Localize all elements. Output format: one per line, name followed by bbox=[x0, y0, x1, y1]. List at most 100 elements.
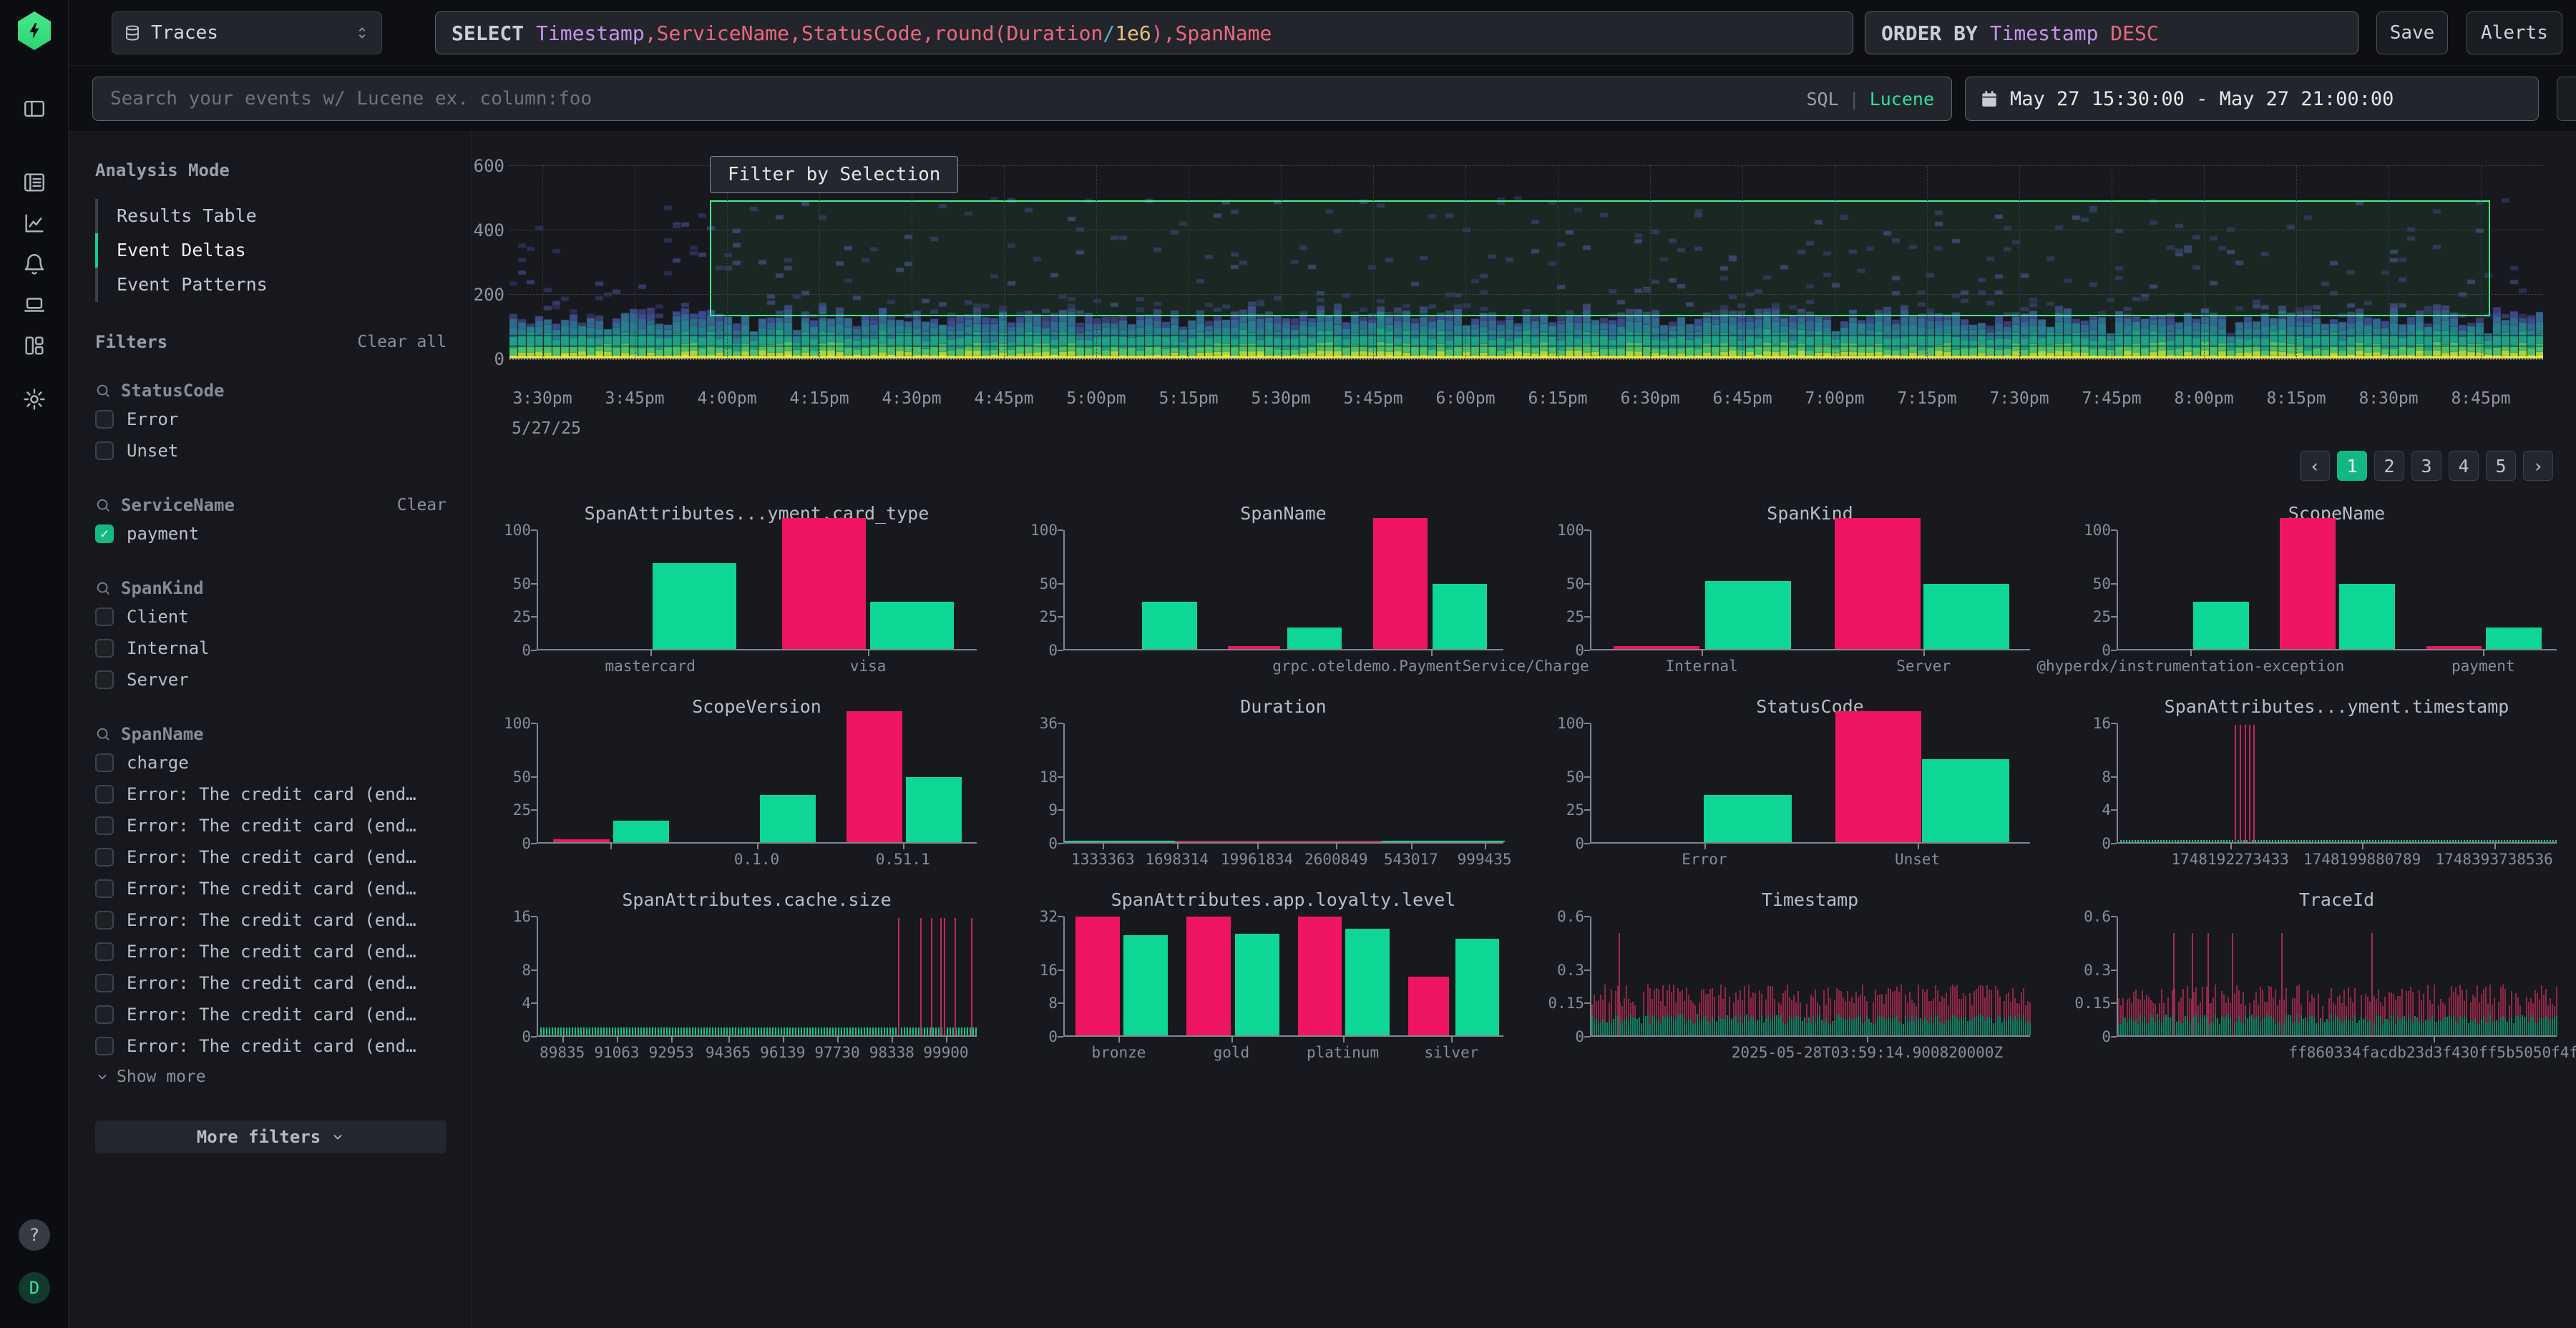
checkbox[interactable] bbox=[95, 942, 114, 961]
checkbox[interactable]: ✓ bbox=[95, 524, 114, 543]
pagination-page-2[interactable]: 2 bbox=[2374, 451, 2404, 481]
bar-outlier bbox=[1075, 917, 1120, 1035]
histogram-bar-inlier bbox=[1740, 1015, 1741, 1035]
checkbox[interactable] bbox=[95, 879, 114, 898]
x-tick-mark bbox=[1704, 844, 1706, 849]
filter-option[interactable]: Internal bbox=[95, 633, 447, 664]
heatmap-y-tick-label: 400 bbox=[472, 220, 504, 240]
save-button[interactable]: Save bbox=[2376, 11, 2448, 54]
comb-bar bbox=[749, 1027, 751, 1035]
hyperdx-logo[interactable] bbox=[18, 11, 51, 50]
filter-option[interactable]: Server bbox=[95, 664, 447, 695]
more-filters-button[interactable]: More filters bbox=[95, 1120, 447, 1153]
histogram-bar-inlier bbox=[2318, 1023, 2319, 1035]
filter-option[interactable]: Error: The credit card (end… bbox=[95, 1030, 447, 1062]
date-range-picker[interactable]: May 27 15:30:00 - May 27 21:00:00 bbox=[1965, 77, 2539, 121]
comb-bar bbox=[649, 1027, 650, 1035]
laptop-sessions-icon[interactable] bbox=[21, 292, 47, 318]
settings-gear-icon[interactable] bbox=[21, 386, 47, 412]
filter-option[interactable]: Error: The credit card (end… bbox=[95, 810, 447, 841]
source-select[interactable]: Traces bbox=[112, 11, 382, 54]
filter-option[interactable]: Error: The credit card (end… bbox=[95, 936, 447, 967]
comb-bar bbox=[658, 1027, 659, 1035]
clear-all-filters-link[interactable]: Clear all bbox=[357, 333, 447, 351]
checkbox[interactable] bbox=[95, 441, 114, 460]
checkbox[interactable] bbox=[95, 911, 114, 929]
checkbox[interactable] bbox=[95, 607, 114, 626]
histogram-bar-inlier bbox=[2406, 1020, 2407, 1035]
checkbox[interactable] bbox=[95, 974, 114, 992]
histogram-bar-inlier bbox=[1943, 1024, 1945, 1035]
lucene-toggle[interactable]: Lucene bbox=[1870, 89, 1934, 109]
clear-filter-link[interactable]: Clear bbox=[397, 496, 447, 514]
comb-bar bbox=[804, 1027, 805, 1035]
filter-option[interactable]: Client bbox=[95, 601, 447, 633]
checkbox[interactable] bbox=[95, 1037, 114, 1055]
analysis-mode-item-results-table[interactable]: Results Table bbox=[95, 199, 447, 233]
run-query-button[interactable] bbox=[2557, 77, 2576, 121]
mini-chart-title: StatusCode bbox=[1590, 696, 2030, 717]
checkbox[interactable] bbox=[95, 753, 114, 772]
pagination-page-5[interactable]: 5 bbox=[2486, 451, 2516, 481]
histogram-bar-inlier bbox=[1767, 1015, 1769, 1035]
comb-bar bbox=[2189, 840, 2190, 842]
comb-bar bbox=[2137, 840, 2139, 842]
search-logs-icon[interactable] bbox=[21, 170, 47, 195]
filter-option[interactable]: Error: The credit card (end… bbox=[95, 778, 447, 810]
filter-option[interactable]: Error: The credit card (end… bbox=[95, 967, 447, 999]
pagination-page-3[interactable]: 3 bbox=[2411, 451, 2441, 481]
comb-bar bbox=[2389, 840, 2391, 842]
analysis-mode-item-event-deltas[interactable]: Event Deltas bbox=[95, 233, 447, 268]
filter-option[interactable]: Unset bbox=[95, 435, 447, 467]
show-more-link[interactable]: Show more bbox=[95, 1062, 447, 1092]
histogram-bar-inlier bbox=[1800, 1017, 1801, 1035]
query-token: , bbox=[645, 21, 657, 45]
filter-option[interactable]: Error: The credit card (end… bbox=[95, 999, 447, 1030]
heatmap-selection-rectangle[interactable] bbox=[710, 200, 2490, 316]
dashboard-grid-icon[interactable] bbox=[21, 333, 47, 358]
y-tick-label: 0 bbox=[1018, 642, 1058, 659]
checkbox[interactable] bbox=[95, 410, 114, 429]
checkbox[interactable] bbox=[95, 785, 114, 804]
analysis-mode-item-event-patterns[interactable]: Event Patterns bbox=[95, 268, 447, 302]
checkbox[interactable] bbox=[95, 848, 114, 866]
mini-chart-title: TraceId bbox=[2117, 889, 2557, 910]
checkbox[interactable] bbox=[95, 639, 114, 658]
filter-option[interactable]: ✓payment bbox=[95, 518, 447, 550]
filter-option[interactable]: Error: The credit card (end… bbox=[95, 841, 447, 873]
bell-icon[interactable] bbox=[21, 251, 47, 277]
database-icon bbox=[124, 24, 141, 42]
checkbox[interactable] bbox=[95, 1005, 114, 1024]
y-tick-mark bbox=[2111, 616, 2117, 617]
comb-bar bbox=[615, 1027, 616, 1035]
alerts-button[interactable]: Alerts bbox=[2467, 11, 2562, 54]
histogram-bar-inlier bbox=[2483, 1015, 2484, 1036]
heatmap-plot[interactable] bbox=[509, 165, 2543, 358]
user-avatar[interactable]: D bbox=[19, 1272, 50, 1304]
filter-option[interactable]: Error: The credit card (end… bbox=[95, 873, 447, 904]
filter-option[interactable]: charge bbox=[95, 747, 447, 778]
histogram-bar-inlier bbox=[1806, 1023, 1807, 1035]
comb-bar bbox=[2329, 840, 2331, 842]
pagination-next[interactable]: › bbox=[2523, 451, 2553, 481]
filter-option[interactable]: Error bbox=[95, 404, 447, 435]
comb-bar bbox=[2535, 840, 2537, 842]
x-tick-label: platinum bbox=[1307, 1044, 1379, 1061]
chart-line-icon[interactable] bbox=[21, 210, 47, 236]
order-by-input[interactable]: ORDER BY Timestamp DESC bbox=[1865, 11, 2358, 54]
search-input[interactable] bbox=[110, 88, 1806, 109]
sql-toggle[interactable]: SQL bbox=[1806, 89, 1838, 109]
filter-option[interactable]: Error: The credit card (end… bbox=[95, 904, 447, 936]
filter-by-selection-button[interactable]: Filter by Selection bbox=[710, 156, 958, 193]
checkbox[interactable] bbox=[95, 670, 114, 689]
panel-left-icon[interactable] bbox=[21, 96, 47, 122]
select-clause-input[interactable]: SELECT Timestamp,ServiceName,StatusCode,… bbox=[435, 11, 1853, 54]
pagination-prev[interactable]: ‹ bbox=[2300, 451, 2330, 481]
pagination-page-4[interactable]: 4 bbox=[2449, 451, 2479, 481]
help-button[interactable]: ? bbox=[19, 1219, 50, 1251]
checkbox[interactable] bbox=[95, 816, 114, 835]
comb-bar bbox=[732, 1027, 733, 1035]
x-tick-label: 97730 bbox=[814, 1044, 859, 1061]
pagination-page-1[interactable]: 1 bbox=[2337, 451, 2367, 481]
y-tick-label: 16 bbox=[491, 908, 531, 925]
